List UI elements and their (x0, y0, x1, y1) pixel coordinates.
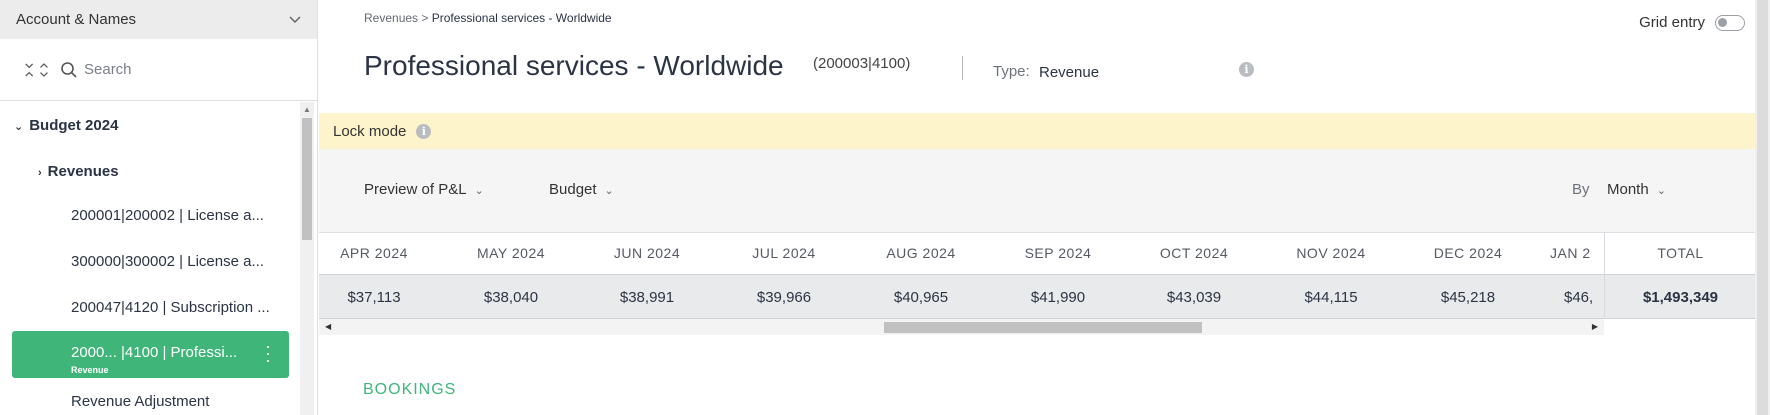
app-root: Account & Names ⌄ Budget 2024 › Revenues 2… (0, 0, 1770, 415)
chevron-down-icon: ⌄ (474, 185, 484, 197)
chevron-down-icon[interactable]: ⌄ (14, 120, 23, 133)
tree-item-selected[interactable]: 2000... |4100 | Professi... Revenue · · · (12, 331, 289, 378)
tree-item[interactable]: 300000|300002 | License a... (71, 253, 264, 270)
table-horizontal-scrollbar[interactable]: ◀ ▶ (319, 319, 1604, 335)
page-scrollbar[interactable] (1755, 0, 1770, 415)
type-label: Type: (993, 63, 1030, 80)
scroll-left-icon[interactable]: ◀ (325, 322, 331, 331)
scroll-up-icon[interactable]: ▲ (303, 105, 311, 114)
column-header: DEC 2024 (1433, 245, 1503, 261)
column-header: APR 2024 (340, 245, 408, 261)
column-header: NOV 2024 (1296, 245, 1366, 261)
section-heading-bookings: BOOKINGS (363, 381, 457, 398)
divider (962, 56, 963, 80)
chevron-down-icon: ⌄ (604, 185, 614, 197)
more-vertical-icon[interactable]: · · · (265, 337, 271, 369)
filter-bar: Preview of P&L ⌄ Budget ⌄ By Month ⌄ (319, 149, 1755, 233)
scroll-right-icon[interactable]: ▶ (1592, 322, 1598, 331)
by-label: By (1572, 181, 1590, 198)
sidebar: Account & Names ⌄ Budget 2024 › Revenues 2… (0, 0, 318, 415)
breadcrumb-parent[interactable]: Revenues (364, 11, 418, 25)
search-icon (61, 61, 77, 78)
expand-collapse-icon[interactable] (14, 61, 50, 79)
search-row (0, 39, 317, 101)
breadcrumb: Revenues > Professional services - World… (364, 11, 612, 25)
sidebar-scrollbar[interactable]: ▲ (300, 102, 314, 415)
horizontal-scrollbar-thumb[interactable] (884, 322, 1202, 333)
table-cell[interactable]: $37,113 (319, 275, 429, 320)
chevron-down-icon: ⌄ (1656, 185, 1666, 197)
tree-node-budget[interactable]: ⌄ Budget 2024 (14, 117, 118, 134)
page-title: Professional services - Worldwide (364, 50, 784, 81)
column-header: OCT 2024 (1159, 245, 1229, 261)
total-header: TOTAL (1605, 233, 1756, 274)
search-input[interactable] (84, 61, 284, 78)
table-cell[interactable]: $38,991 (592, 275, 702, 320)
account-selector[interactable]: Account & Names (0, 0, 317, 39)
view-dropdown-label: Preview of P&L (364, 181, 467, 198)
chevron-down-icon (289, 15, 301, 23)
account-selector-label: Account & Names (16, 11, 137, 28)
page-scrollbar-thumb[interactable] (1757, 0, 1768, 415)
tree-item[interactable]: Revenue Adjustment (71, 393, 209, 410)
scenario-dropdown-label: Budget (549, 181, 597, 198)
column-header: JUN 2024 (613, 245, 681, 261)
period-dropdown-label: Month (1607, 181, 1649, 198)
tree-item-selected-label: 2000... |4100 | Professi... (71, 344, 238, 361)
column-header: JAN 2 (1550, 245, 1591, 261)
period-dropdown[interactable]: Month ⌄ (1607, 181, 1666, 198)
column-header: JUL 2024 (752, 245, 816, 261)
table-cell[interactable]: $45,218 (1413, 275, 1523, 320)
breadcrumb-current: Professional services - Worldwide (431, 11, 612, 25)
tree-item[interactable]: 200001|200002 | License a... (71, 207, 264, 224)
grid-entry-toggle[interactable] (1715, 14, 1745, 31)
lock-mode-label: Lock mode (333, 122, 407, 140)
account-code: (200003|4100) (813, 55, 911, 72)
table-cell[interactable]: $44,115 (1276, 275, 1386, 320)
tree-node-revenues[interactable]: › Revenues (38, 163, 119, 180)
lock-mode-bar: Lock mode i (319, 113, 1755, 149)
tree-node-budget-label: Budget 2024 (29, 117, 119, 134)
total-value: $1,493,349 (1605, 274, 1756, 319)
tree-node-revenues-label: Revenues (47, 163, 119, 180)
chevron-right-icon[interactable]: › (38, 167, 42, 179)
view-dropdown[interactable]: Preview of P&L ⌄ (364, 181, 484, 198)
table-cell[interactable]: $40,965 (866, 275, 976, 320)
table-cell[interactable]: $39,966 (729, 275, 839, 320)
column-header: AUG 2024 (886, 245, 956, 261)
sidebar-scrollbar-thumb[interactable] (302, 118, 312, 240)
table-cell[interactable]: $43,039 (1139, 275, 1249, 320)
main-panel: Revenues > Professional services - World… (319, 0, 1756, 415)
table-row: $37,113 $38,040 $38,991 $39,966 $40,965 … (319, 274, 1755, 319)
column-header: SEP 2024 (1024, 245, 1092, 261)
scenario-dropdown[interactable]: Budget ⌄ (549, 181, 614, 198)
breadcrumb-separator: > (421, 11, 429, 25)
table-cell[interactable]: $46, (1564, 275, 1604, 320)
info-icon[interactable]: i (1239, 62, 1254, 77)
type-value: Revenue (1039, 64, 1100, 81)
table-header: APR 2024 MAY 2024 JUN 2024 JUL 2024 AUG … (319, 233, 1755, 274)
table-cell[interactable]: $41,990 (1003, 275, 1113, 320)
table-cell[interactable]: $38,040 (456, 275, 566, 320)
info-icon[interactable]: i (416, 123, 432, 139)
tree-item[interactable]: 200047|4120 | Subscription ... (71, 299, 270, 316)
tree-item-selected-sublabel: Revenue (71, 365, 109, 375)
column-header: MAY 2024 (476, 245, 546, 261)
grid-entry-label: Grid entry (1639, 14, 1705, 31)
total-column: TOTAL $1,493,349 (1604, 233, 1756, 319)
grid-entry: Grid entry (1639, 14, 1745, 31)
